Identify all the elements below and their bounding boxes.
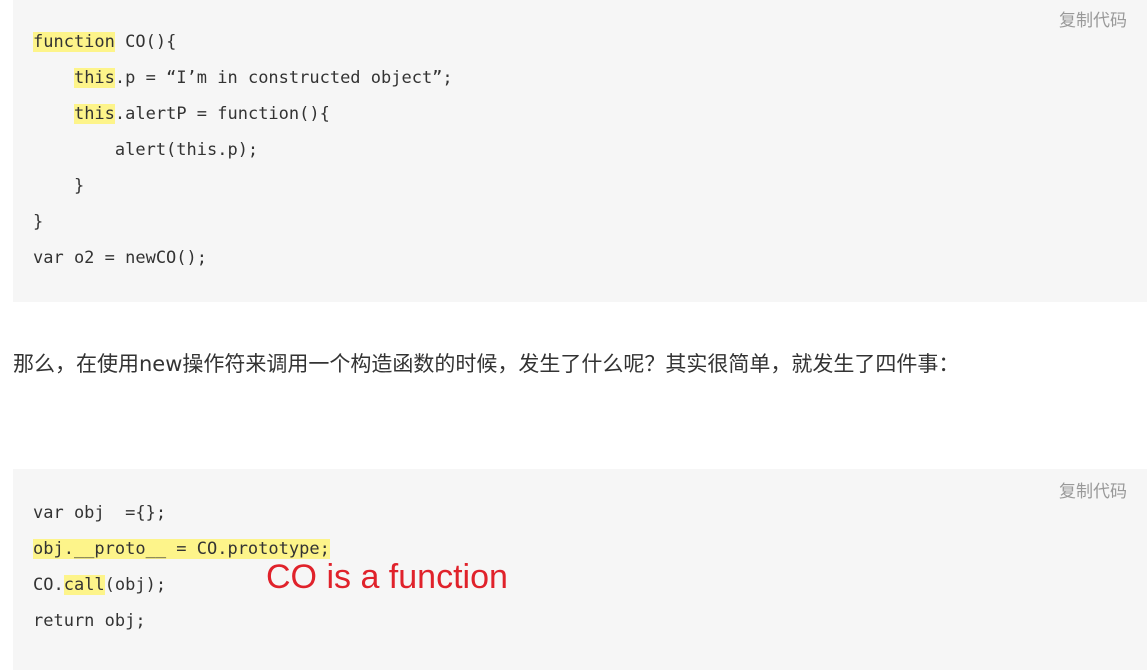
copy-code-button[interactable]: 复制代码	[1059, 6, 1127, 31]
paragraph-text: 那么，在使用new操作符来调用一个构造函数的时候，发生了什么呢？其实很简单，就发…	[13, 352, 960, 376]
code-line: var o2 = newCO();	[33, 247, 207, 269]
code-line: function CO(){	[33, 31, 176, 53]
code-line: }	[33, 211, 43, 233]
copy-code-button[interactable]: 复制代码	[1059, 477, 1127, 502]
code-token: (obj);	[104, 575, 167, 595]
highlighted-token: this	[73, 68, 115, 88]
code-line: return obj;	[33, 610, 146, 632]
code-token: }	[33, 176, 85, 196]
code-token: var o2 = newCO();	[33, 248, 207, 268]
highlighted-token: this	[73, 104, 115, 124]
code-token: }	[33, 212, 44, 232]
highlighted-token: obj.__proto__ = CO.prototype;	[33, 539, 330, 559]
annotation-note: CO is a function	[266, 558, 508, 596]
code-token: CO(){	[114, 32, 177, 52]
code-block-new-steps: 复制代码 var obj ={}; obj.__proto__ = CO.prot…	[13, 469, 1147, 670]
code-line: this.p = “I’m in constructed object”;	[33, 67, 453, 89]
code-token: var obj ={};	[33, 503, 167, 523]
code-line: obj.__proto__ = CO.prototype;	[33, 538, 330, 560]
highlighted-token: call	[63, 575, 105, 595]
highlighted-token: function	[33, 32, 115, 52]
code-token: .alertP = function(){	[114, 104, 330, 124]
code-line: CO.call(obj);	[33, 574, 166, 596]
code-line: alert(this.p);	[33, 139, 258, 161]
code-token: .p = “I’m in constructed object”;	[114, 68, 453, 88]
code-token: alert(this.p);	[33, 140, 259, 160]
code-line: }	[33, 175, 84, 197]
code-token: CO.	[33, 575, 64, 595]
code-line: this.alertP = function(){	[33, 103, 330, 125]
code-block-constructor: 复制代码 function CO(){ this.p = “I’m in con…	[13, 0, 1147, 302]
code-token: return obj;	[33, 611, 146, 631]
code-line: var obj ={};	[33, 502, 166, 524]
